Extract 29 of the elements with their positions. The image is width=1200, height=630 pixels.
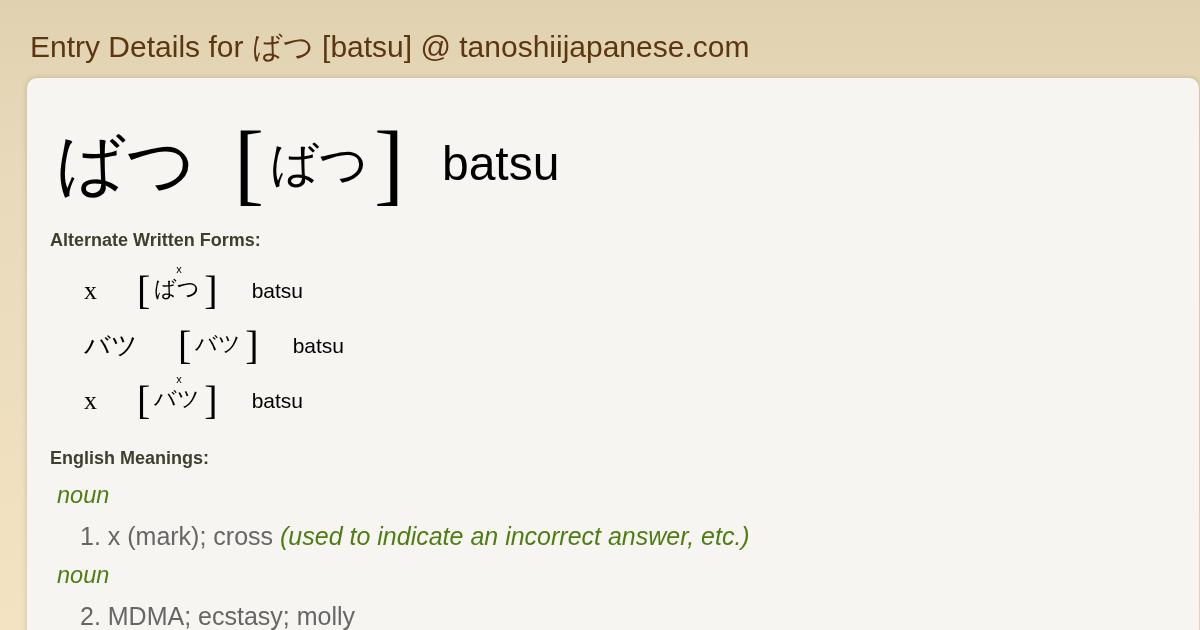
headword-reading: ばつ bbox=[270, 140, 368, 188]
section-heading: English Meanings: bbox=[50, 449, 209, 467]
meaning-text: 1. x (mark); cross (used to indicate an incorrect answer, etc.) bbox=[80, 523, 750, 549]
headword: ばつ bbox=[56, 130, 196, 198]
page-title: Entry Details for ばつ [batsu] @ tanoshiijapanese.com bbox=[30, 30, 750, 64]
written-form: x bbox=[84, 387, 97, 414]
reading-text: バツ bbox=[154, 386, 201, 411]
written-form: バツ bbox=[84, 332, 138, 359]
open-bracket: [ bbox=[234, 119, 264, 209]
reading-text: ばつ bbox=[154, 276, 201, 301]
part-of-speech: noun bbox=[57, 564, 110, 588]
close-bracket: ] bbox=[374, 119, 404, 209]
romaji-text: batsu bbox=[251, 390, 304, 411]
open-bracket: [ bbox=[137, 270, 151, 311]
close-bracket: ] bbox=[204, 270, 218, 311]
headword-romaji: batsu bbox=[441, 140, 560, 188]
close-bracket: ] bbox=[245, 325, 259, 366]
close-bracket: ] bbox=[204, 380, 218, 421]
written-form: x bbox=[84, 277, 97, 304]
ruby-text: x bbox=[176, 374, 182, 385]
open-bracket: [ bbox=[137, 380, 151, 421]
ruby-text: x bbox=[176, 264, 182, 275]
meaning-text: 2. MDMA; ecstasy; molly bbox=[80, 603, 356, 629]
romaji-text: batsu bbox=[292, 335, 345, 356]
reading-text: バツ bbox=[195, 331, 242, 356]
open-bracket: [ bbox=[178, 325, 192, 366]
romaji-text: batsu bbox=[251, 280, 304, 301]
part-of-speech: noun bbox=[57, 484, 110, 508]
section-heading: Alternate Written Forms: bbox=[50, 231, 261, 249]
